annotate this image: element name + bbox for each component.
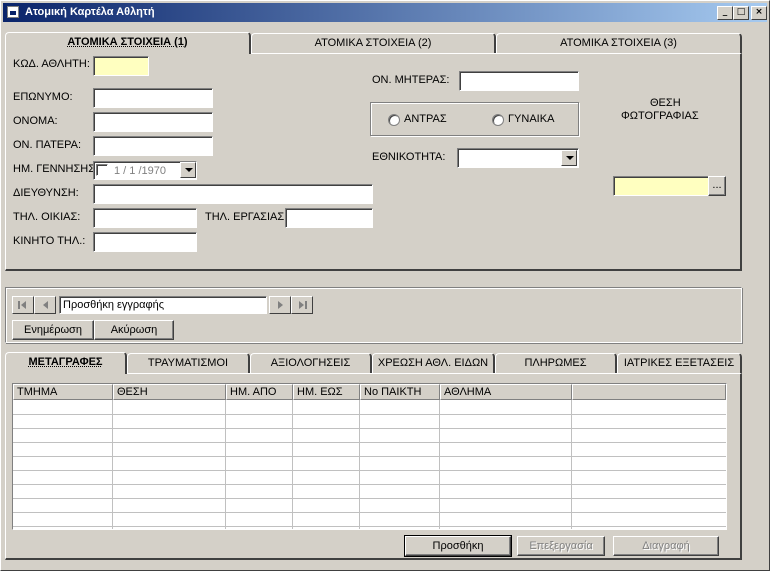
tab-equipment-charges[interactable]: ΧΡΕΩΣΗ ΑΘΛ. ΕΙΔΩΝ	[372, 353, 495, 373]
add-button[interactable]: Προσθήκη	[404, 535, 512, 557]
grid-header-4[interactable]: ΗΜ. ΕΩΣ	[293, 384, 360, 400]
father-name-field[interactable]	[93, 136, 213, 156]
name-label: ΟΝΟΜΑ:	[13, 115, 58, 127]
grid-body: ΤΜΗΜΑ ΘΕΣΗ ΗΜ. ΑΠΟ ΗΜ. ΕΩΣ Νο ΠΑΙΚΤΗ ΑΘΛΗΜΑ	[13, 384, 726, 529]
grid-header-7[interactable]	[572, 384, 726, 400]
nationality-dropdown-button[interactable]	[561, 150, 577, 166]
photo-label-line2: ΦΩΤΟΓΡΑΦΙΑΣ	[621, 110, 699, 122]
next-record-button[interactable]	[269, 296, 291, 314]
gender-female-radio[interactable]	[492, 114, 504, 126]
tab-medical-exams[interactable]: ΙΑΤΡΙΚΕΣ ΕΞΕΤΑΣΕΙΣ	[617, 353, 742, 373]
grid-row-line	[13, 484, 726, 485]
grid-header-5[interactable]: Νο ΠΑΙΚΤΗ	[360, 384, 440, 400]
first-arrow-icon	[21, 301, 26, 309]
grid-row-line	[13, 442, 726, 443]
last-record-button[interactable]	[291, 296, 313, 314]
address-label: ΔΙΕΥΘΥΝΣΗ:	[13, 187, 79, 199]
birth-date-label: ΗΜ. ΓΕΝΝΗΣΗΣ:	[13, 163, 99, 175]
surname-label: ΕΠΩΝΥΜΟ:	[13, 91, 73, 103]
grid-column-divider	[359, 400, 360, 529]
athlete-code-field[interactable]	[93, 56, 149, 76]
tab-transfers[interactable]: ΜΕΤΑΓΡΑΦΕΣ	[5, 352, 127, 374]
work-phone-label: ΤΗΛ. ΕΡΓΑΣΙΑΣ:	[205, 211, 288, 223]
birth-date-dropdown-button[interactable]	[180, 162, 196, 178]
address-field[interactable]	[93, 184, 373, 204]
tab-evaluations[interactable]: ΑΞΙΟΛΟΓΗΣΕΙΣ	[250, 353, 372, 373]
main-window: Ατομική Καρτέλα Αθλητή _ □ × ΑΤΟΜΙΚΑ ΣΤΟ…	[0, 0, 770, 571]
mother-name-field[interactable]	[459, 71, 579, 91]
prev-arrow-icon	[43, 301, 48, 309]
window-title: Ατομική Καρτέλα Αθλητή	[25, 6, 155, 18]
name-field[interactable]	[93, 112, 213, 132]
grid-header-3[interactable]: ΗΜ. ΑΠΟ	[226, 384, 293, 400]
gender-male-label[interactable]: ΑΝΤΡΑΣ	[404, 113, 447, 125]
grid-row-line	[13, 470, 726, 471]
tab-personal-3[interactable]: ΑΤΟΜΙΚΑ ΣΤΟΙΧΕΙΑ (3)	[496, 33, 742, 53]
next-arrow-icon	[278, 301, 283, 309]
grid-row-line	[13, 428, 726, 429]
mobile-phone-field[interactable]	[93, 232, 197, 252]
grid-column-divider	[439, 400, 440, 529]
work-phone-field[interactable]	[285, 208, 373, 228]
update-button[interactable]: Ενημέρωση	[12, 320, 94, 340]
grid-header-1[interactable]: ΤΜΗΜΑ	[13, 384, 113, 400]
tab-personal-2[interactable]: ΑΤΟΜΙΚΑ ΣΤΟΙΧΕΙΑ (2)	[251, 33, 496, 53]
home-phone-label: ΤΗΛ. ΟΙΚΙΑΣ:	[13, 211, 81, 223]
grid-column-divider	[225, 400, 226, 529]
prev-record-button[interactable]	[34, 296, 56, 314]
grid-row-line	[13, 414, 726, 415]
record-navigator: Προσθήκη εγγραφής	[12, 296, 317, 314]
grid-row-line	[13, 498, 726, 499]
grid-column-divider	[571, 400, 572, 529]
grid-header-2[interactable]: ΘΕΣΗ	[113, 384, 226, 400]
maximize-button[interactable]: □	[733, 6, 749, 20]
photo-browse-button[interactable]: ...	[708, 176, 726, 196]
grid-header-6[interactable]: ΑΘΛΗΜΑ	[440, 384, 572, 400]
first-record-button[interactable]	[12, 296, 34, 314]
nationality-label: ΕΘΝΙΚΟΤΗΤΑ:	[372, 151, 446, 163]
gender-male-radio[interactable]	[388, 114, 400, 126]
tab-payments[interactable]: ΠΛΗΡΩΜΕΣ	[495, 353, 617, 373]
edit-button[interactable]: Επεξεργασία	[517, 536, 605, 556]
minimize-button[interactable]: _	[717, 6, 733, 20]
home-phone-field[interactable]	[93, 208, 197, 228]
photo-label-line1: ΘΕΣΗ	[650, 97, 681, 109]
father-name-label: ΟΝ. ΠΑΤΕΡΑ:	[13, 139, 82, 151]
birth-date-checkbox[interactable]	[96, 164, 108, 176]
last-arrow-icon	[299, 301, 304, 309]
tab-injuries[interactable]: ΤΡΑΥΜΑΤΙΣΜΟΙ	[127, 353, 250, 373]
app-icon[interactable]	[7, 6, 19, 18]
delete-button[interactable]: Διαγραφή	[613, 536, 719, 556]
close-button[interactable]: ×	[751, 6, 767, 20]
grid-row-line	[13, 456, 726, 457]
photo-path-field[interactable]	[613, 176, 709, 196]
record-caption: Προσθήκη εγγραφής	[59, 296, 267, 314]
mobile-phone-label: ΚΙΝΗΤΟ ΤΗΛ.:	[13, 235, 86, 247]
gender-female-label[interactable]: ΓΥΝΑΙΚΑ	[508, 113, 554, 125]
cancel-button[interactable]: Ακύρωση	[94, 320, 174, 340]
title-bar[interactable]: Ατομική Καρτέλα Αθλητή _ □ ×	[3, 3, 767, 22]
mother-name-label: ΟΝ. ΜΗΤΕΡΑΣ:	[372, 74, 450, 86]
surname-field[interactable]	[93, 88, 213, 108]
grid-row-line	[13, 526, 726, 527]
grid-column-divider	[292, 400, 293, 529]
grid-column-divider	[112, 400, 113, 529]
grid-row-line	[13, 512, 726, 513]
tab-personal-1[interactable]: ΑΤΟΜΙΚΑ ΣΤΟΙΧΕΙΑ (1)	[5, 32, 251, 54]
last-bar-icon	[305, 301, 307, 309]
first-bar-icon	[18, 301, 20, 309]
transfers-grid[interactable]: ΤΜΗΜΑ ΘΕΣΗ ΗΜ. ΑΠΟ ΗΜ. ΕΩΣ Νο ΠΑΙΚΤΗ ΑΘΛΗΜΑ	[12, 383, 727, 530]
athlete-code-label: ΚΩΔ. ΑΘΛΗΤΗ:	[13, 58, 90, 70]
